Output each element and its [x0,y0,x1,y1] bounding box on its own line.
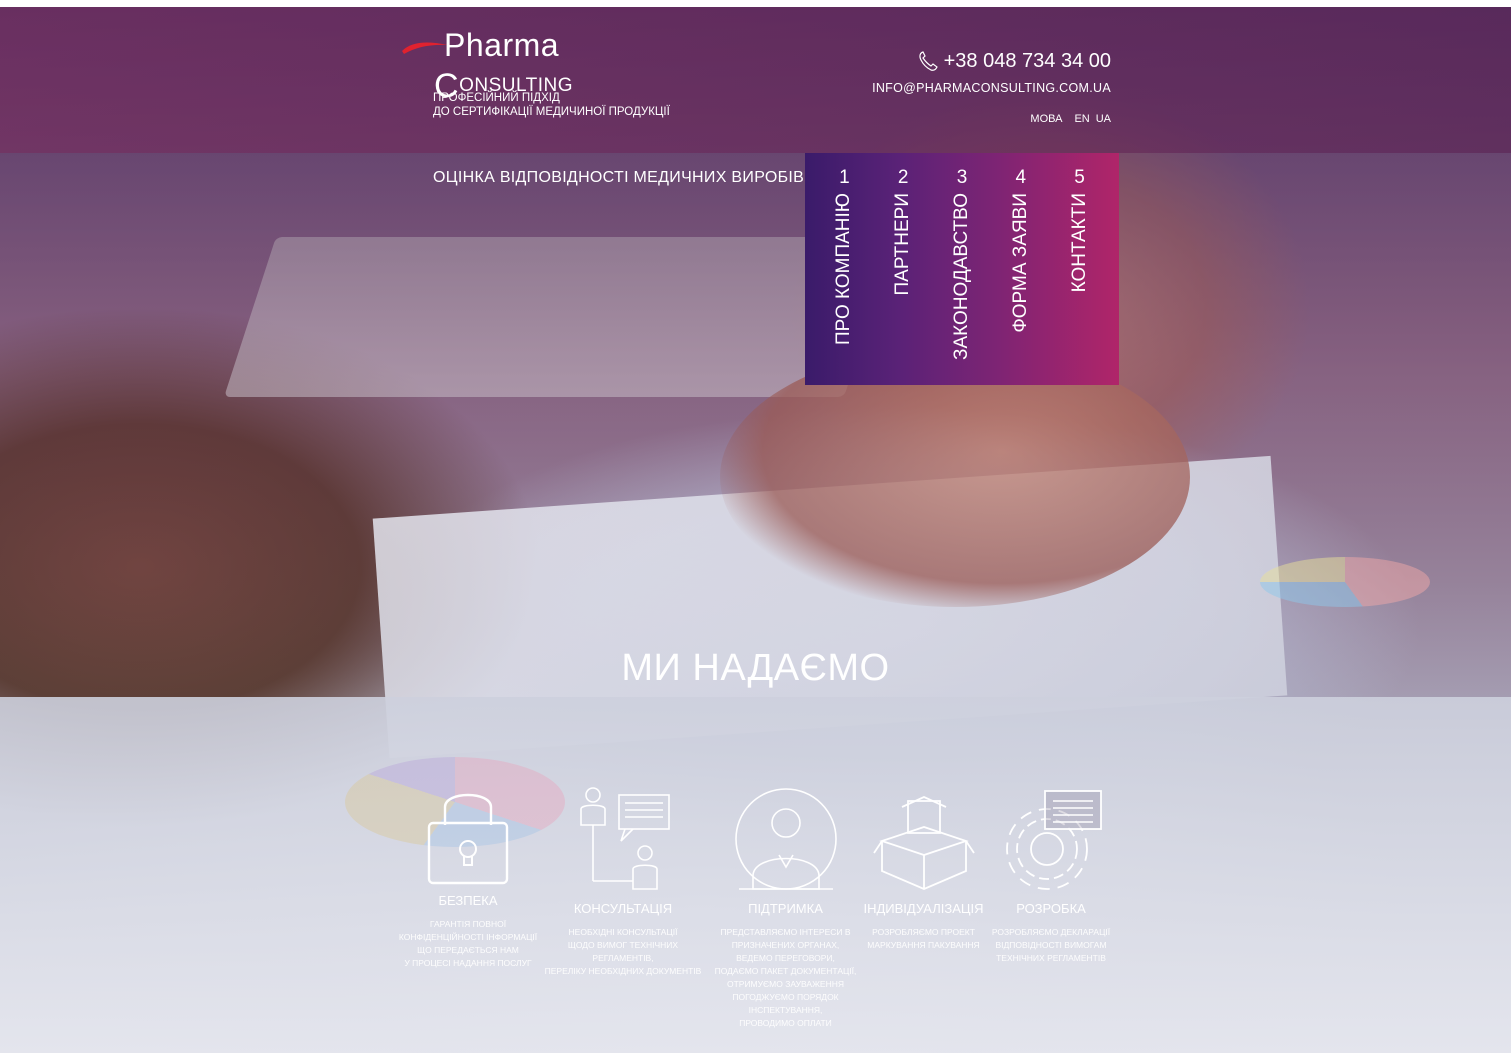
nav-label: ПАРТНЕРИ [892,193,914,296]
section-heading: МИ НАДАЄМО [621,647,890,689]
logo-swoosh-icon [402,42,448,54]
nav-number: 4 [1015,167,1027,188]
nav-item-application-form[interactable]: 4 ФОРМА ЗАЯВИ [996,153,1046,385]
description-line: ПЕРЕЛІКУ НЕОБХІДНИХ ДОКУМЕНТІВ [544,966,702,976]
service-description: ПРЕДСТАВЛЯЄМО ІНТЕРЕСИ В ПРИЗНАЧЕНИХ ОРГ… [708,926,863,1030]
service-title: ПІДТРИМКА [748,901,823,916]
nav-item-legislation[interactable]: 3 ЗАКОНОДАВСТВО [937,153,987,385]
nav-item-partners[interactable]: 2 ПАРТНЕРИ [878,153,928,385]
service-title: РОЗРОБКА [1016,901,1086,916]
main-nav: 1 ПРО КОМПАНІЮ 2 ПАРТНЕРИ 3 ЗАКОНОДАВСТВ… [805,153,1119,385]
service-description: РОЗРОБЛЯЄМО ПРОЕКТ МАРКУВАННЯ ПАКУВАННЯ [861,926,986,952]
chat-people-icon [580,787,670,890]
service-description: ГАРАНТІЯ ПОВНОЇ КОНФІДЕНЦІЙНОСТІ ІНФОРМА… [393,918,543,970]
padlock-icon [427,793,509,885]
nav-number: 3 [956,167,968,188]
service-description: РОЗРОБЛЯЄМО ДЕКЛАРАЦІЇ ВІДПОВІДНОСТІ ВИМ… [991,926,1111,965]
tagline-line: ПРОФЕСІЙНИЙ ПІДХІД [433,92,560,104]
phone-number: +38 048 734 34 00 [943,49,1111,72]
phone-link[interactable]: +38 048 734 34 00 [872,49,1111,73]
language-label: МОВА [1030,113,1063,125]
nav-label: ПРО КОМПАНІЮ [833,193,855,345]
description-line: ГАРАНТІЯ ПОВНОЇ [429,919,507,929]
description-line: ОТРИМУЄМО ЗАУВАЖЕННЯ [726,979,845,989]
description-line: ПРИЗНАЧЕНИХ ОРГАНАХ, [731,940,840,950]
description-line: НЕОБХІДНІ КОНСУЛЬТАЦІЇ [568,927,678,937]
nav-item-about[interactable]: 1 ПРО КОМПАНІЮ [819,153,869,385]
service-security: БЕЗПЕКА ГАРАНТІЯ ПОВНОЇ КОНФІДЕНЦІЙНОСТІ… [393,777,543,970]
description-line: МАРКУВАННЯ ПАКУВАННЯ [867,940,980,950]
nav-item-contacts[interactable]: 5 КОНТАКТИ [1055,153,1105,385]
description-line: У ПРОЦЕСІ НАДАННЯ ПОСЛУГ [404,958,532,968]
contacts: +38 048 734 34 00 INFO@PHARMACONSULTING.… [872,49,1111,126]
description-line: ТЕХНІЧНИХ РЕГЛАМЕНТІВ [996,953,1106,963]
language-switcher: МОВА EN UA [872,113,1111,125]
nav-label: КОНТАКТИ [1068,193,1090,293]
service-support: ПІДТРИМКА ПРЕДСТАВЛЯЄМО ІНТЕРЕСИ В ПРИЗН… [708,787,863,1030]
service-title: БЕЗПЕКА [438,893,498,908]
logo-text-top: Pharma [444,27,560,63]
service-individualization: ІНДИВІДУАЛІЗАЦІЯ РОЗРОБЛЯЄМО ПРОЕКТ МАРК… [861,793,986,952]
nav-label: ФОРМА ЗАЯВИ [1009,193,1031,333]
box-icon [872,796,975,890]
background-hand [720,347,1190,607]
description-line: ПРОВОДИМО ОПЛАТИ [739,1018,832,1028]
description-line: ЩОДО ВИМОГ ТЕХНІЧНИХ РЕГЛАМЕНТІВ, [567,940,679,963]
service-description: НЕОБХІДНІ КОНСУЛЬТАЦІЇ ЩОДО ВИМОГ ТЕХНІЧ… [538,926,708,978]
service-title: ІНДИВІДУАЛІЗАЦІЯ [863,901,984,916]
site-title: ОЦІНКА ВІДПОВІДНОСТІ МЕДИЧНИХ ВИРОБІВ [433,169,805,186]
nav-label: ЗАКОНОДАВСТВО [950,193,972,360]
description-line: ПОДАЄМО ПАКЕТ ДОКУМЕНТАЦІЇ, [714,966,857,976]
logo[interactable]: Pharma CONSULTING [400,27,600,105]
description-line: ІНСПЕКТУВАННЯ, [748,1005,823,1015]
nav-number: 1 [839,167,850,188]
background-laptop [224,237,896,397]
lang-ua-link[interactable]: UA [1096,113,1111,125]
page-background: Pharma CONSULTING ПРОФЕСІЙНИЙ ПІДХІД ДО … [0,7,1511,1053]
description-line: РОЗРОБЛЯЄМО ДЕКЛАРАЦІЇ [991,927,1111,937]
description-line: РОЗРОБЛЯЄМО ПРОЕКТ [872,927,975,937]
nav-number: 2 [897,167,909,188]
tagline: ПРОФЕСІЙНИЙ ПІДХІД ДО СЕРТИФІКАЦІЇ МЕДИЧ… [433,91,670,119]
phone-icon [918,51,938,71]
lang-en-link[interactable]: EN [1074,113,1089,125]
nav-number: 5 [1074,167,1085,188]
email-link[interactable]: INFO@PHARMACONSULTING.COM.UA [872,81,1111,95]
service-development: РОЗРОБКА РОЗРОБЛЯЄМО ДЕКЛАРАЦІЇ ВІДПОВІД… [991,789,1111,965]
description-line: ВЕДЕМО ПЕРЕГОВОРИ, [736,953,835,963]
description-line: ЩО ПЕРЕДАЄТЬСЯ НАМ [417,945,519,955]
description-line: ПРЕДСТАВЛЯЄМО ІНТЕРЕСИ В [720,927,851,937]
header-band [0,7,1511,153]
services-section: БЕЗПЕКА ГАРАНТІЯ ПОВНОЇ КОНФІДЕНЦІЙНОСТІ… [393,777,1123,1047]
background-pie-chart [1260,557,1430,607]
service-title: КОНСУЛЬТАЦІЯ [573,901,673,916]
support-person-icon [734,788,837,890]
tagline-line: ДО СЕРТИФІКАЦІЇ МЕДИЧИНОЇ ПРОДУКЦІЇ [433,106,670,118]
service-consultation: КОНСУЛЬТАЦІЯ НЕОБХІДНІ КОНСУЛЬТАЦІЇ ЩОДО… [538,785,708,978]
description-line: ПОГОДЖУЄМО ПОРЯДОК [732,992,839,1002]
description-line: ВІДПОВІДНОСТІ ВИМОГАМ [995,940,1107,950]
gear-document-icon [1006,790,1102,890]
description-line: КОНФІДЕНЦІЙНОСТІ ІНФОРМАЦІЇ [398,932,538,942]
